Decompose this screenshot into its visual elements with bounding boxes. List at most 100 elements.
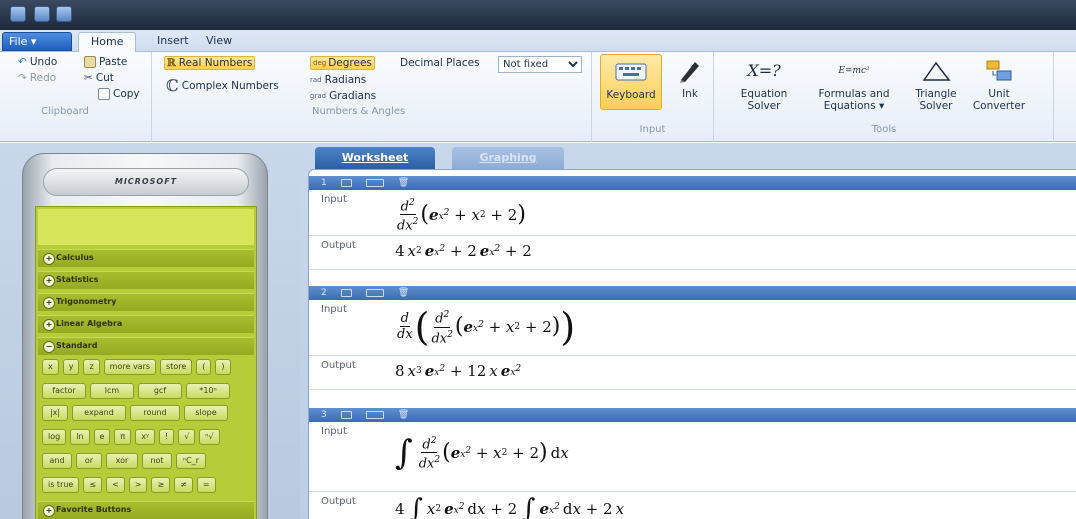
equation-solver-button[interactable]: X=? Equation Solver xyxy=(732,58,796,113)
key-nth-root[interactable]: ⁿ√ xyxy=(199,429,220,445)
key-store[interactable]: store xyxy=(160,359,193,375)
formulas-equations-button[interactable]: E=mc² Formulas and Equations ▾ xyxy=(806,58,902,112)
input-row[interactable]: Input d dx ( d2 dx2 (e x2 + x2 + 2) ) xyxy=(309,300,1076,356)
tab-insert[interactable]: Insert xyxy=(145,32,201,52)
radians-button[interactable]: rad Radians xyxy=(310,74,366,86)
key-eq[interactable]: = xyxy=(196,477,216,493)
output-row: Output 4 x2 e x2 + 2 e x2 + 2 xyxy=(309,236,1076,270)
tools-group-label: Tools xyxy=(871,124,897,135)
section-calculus[interactable]: Calculus xyxy=(38,249,254,267)
key-lcm[interactable]: lcm xyxy=(90,383,134,399)
redo-icon: ↷ xyxy=(18,72,27,84)
key-ne[interactable]: ≠ xyxy=(174,477,193,493)
ink-pen-icon xyxy=(672,58,708,84)
copy-icon xyxy=(98,88,110,100)
entry-toolbar: 2 🗑 xyxy=(309,286,1076,300)
key-not[interactable]: not xyxy=(142,453,172,469)
input-expression: d dx ( d2 dx2 (e x2 + x2 + 2) ) xyxy=(397,305,576,349)
key-e[interactable]: e xyxy=(93,429,111,445)
key-abs[interactable]: |x| xyxy=(42,405,68,421)
copy-button[interactable]: Copy xyxy=(98,88,140,100)
ink-button[interactable]: Ink xyxy=(672,58,708,100)
key-ln[interactable]: ln xyxy=(70,429,90,445)
ribbon-tab-strip: File ▾ Home Insert View xyxy=(0,30,1076,52)
unit-converter-button[interactable]: Unit Converter xyxy=(968,58,1030,112)
undo-label: Undo xyxy=(29,56,58,68)
worksheet-entry-3: 3 🗑 Input ∫ d2 dx2 (e x2 + x2 + 2) dx Outp… xyxy=(309,408,1076,519)
key-z[interactable]: z xyxy=(83,359,100,375)
file-label: File xyxy=(9,35,28,48)
main-area: Worksheet Graphing 1 🗑 Input d2 dx2 (e x2 … xyxy=(300,143,1076,519)
undo-icon: ↶ xyxy=(18,56,27,68)
section-favorite-buttons[interactable]: Favorite Buttons xyxy=(38,501,254,519)
key-pi[interactable]: π xyxy=(114,429,132,445)
degrees-button[interactable]: deg Degrees xyxy=(310,56,375,70)
key-ge[interactable]: ≥ xyxy=(151,477,171,493)
calculator-device: MICROSOFT Calculus Statistics Trigonomet… xyxy=(22,153,268,519)
keyboard-button[interactable]: Keyboard xyxy=(600,54,662,110)
tab-graphing[interactable]: Graphing xyxy=(452,147,564,169)
entry-table-icon[interactable] xyxy=(365,411,384,419)
triangle-solver-button[interactable]: Triangle Solver xyxy=(910,58,962,112)
input-row[interactable]: Input d2 dx2 (e x2 + x2 + 2) xyxy=(309,190,1076,236)
key-y[interactable]: y xyxy=(62,359,80,375)
entry-delete-icon[interactable]: 🗑 xyxy=(398,178,409,188)
entry-delete-icon[interactable]: 🗑 xyxy=(398,410,409,420)
undo-quick-icon[interactable] xyxy=(56,6,72,22)
redo-button[interactable]: ↷ Redo xyxy=(18,72,56,84)
key-combination[interactable]: ⁿC_r xyxy=(176,453,206,469)
input-group-label: Input xyxy=(639,124,666,135)
input-row[interactable]: Input ∫ d2 dx2 (e x2 + x2 + 2) dx xyxy=(309,422,1076,492)
entry-table-icon[interactable] xyxy=(365,179,384,187)
key-sqrt[interactable]: √ xyxy=(178,429,196,445)
section-statistics[interactable]: Statistics xyxy=(38,271,254,289)
key-close-paren[interactable]: ) xyxy=(215,359,231,375)
save-icon[interactable] xyxy=(34,6,50,22)
key-gt[interactable]: > xyxy=(128,477,148,493)
undo-button[interactable]: ↶ Undo xyxy=(18,56,57,68)
key-xor[interactable]: xor xyxy=(106,453,138,469)
tab-home[interactable]: Home xyxy=(78,32,137,52)
tab-worksheet[interactable]: Worksheet xyxy=(315,147,435,169)
tab-view[interactable]: View xyxy=(194,32,244,52)
key-le[interactable]: ≤ xyxy=(83,477,103,493)
entry-table-icon[interactable] xyxy=(365,289,384,297)
key-x[interactable]: x xyxy=(42,359,59,375)
key-more-vars[interactable]: more vars xyxy=(103,359,157,375)
section-standard[interactable]: Standard xyxy=(38,337,254,355)
key-is-true[interactable]: is true xyxy=(42,477,80,493)
complex-numbers-button[interactable]: ℂ Complex Numbers xyxy=(166,76,279,95)
key-slope[interactable]: slope xyxy=(184,405,228,421)
key-open-paren[interactable]: ( xyxy=(196,359,212,375)
key-power[interactable]: xʸ xyxy=(135,429,155,445)
key-and[interactable]: and xyxy=(42,453,72,469)
output-label: Output xyxy=(321,360,356,371)
key-scientific[interactable]: *10ⁿ xyxy=(186,383,230,399)
key-expand[interactable]: expand xyxy=(72,405,126,421)
cut-button[interactable]: ✂ Cut xyxy=(84,72,114,84)
section-trigonometry[interactable]: Trigonometry xyxy=(38,293,254,311)
entry-number: 2 xyxy=(321,288,327,298)
entry-copy-icon[interactable] xyxy=(340,289,352,297)
key-log[interactable]: log xyxy=(42,429,67,445)
calculator-screen: Calculus Statistics Trigonometry Linear … xyxy=(35,206,257,519)
equation-solver-icon: X=? xyxy=(747,61,781,80)
paste-button[interactable]: Paste xyxy=(84,56,127,68)
gradians-button[interactable]: grad Gradians xyxy=(310,90,376,102)
numbers-group: ℝ Real Numbers ℂ Complex Numbers xyxy=(152,52,302,142)
unit-converter-label-2: Converter xyxy=(972,100,1026,112)
real-numbers-button[interactable]: ℝ Real Numbers xyxy=(164,56,256,70)
section-linear-algebra[interactable]: Linear Algebra xyxy=(38,315,254,333)
key-or[interactable]: or xyxy=(76,453,102,469)
key-gcf[interactable]: gcf xyxy=(138,383,182,399)
key-lt[interactable]: < xyxy=(106,477,125,493)
decimal-places-select[interactable]: Not fixed xyxy=(498,56,582,73)
key-round[interactable]: round xyxy=(130,405,180,421)
output-row: Output 4 ∫ x 2 e x2 dx + 2 ∫ e x2 dx + 2 x xyxy=(309,492,1076,519)
key-factor[interactable]: factor xyxy=(42,383,86,399)
entry-copy-icon[interactable] xyxy=(340,411,352,419)
file-menu-button[interactable]: File ▾ xyxy=(2,32,72,51)
entry-delete-icon[interactable]: 🗑 xyxy=(398,288,409,298)
entry-copy-icon[interactable] xyxy=(340,179,352,187)
key-factorial[interactable]: ! xyxy=(158,429,175,445)
